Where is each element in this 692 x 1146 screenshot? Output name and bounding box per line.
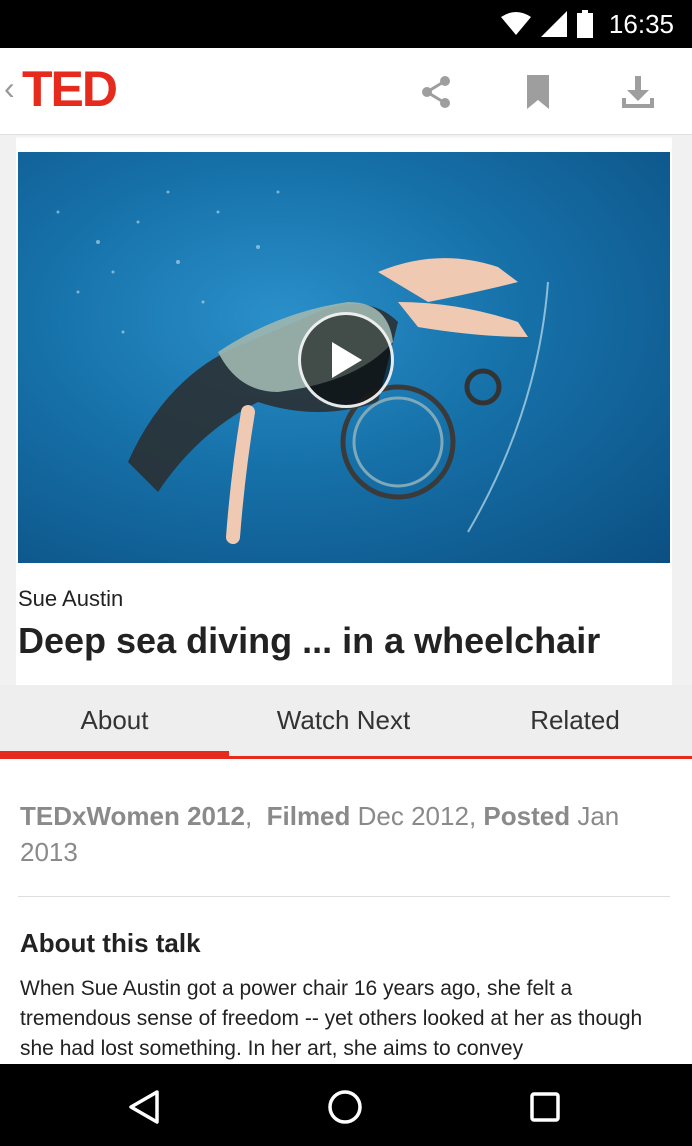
app-bar: ‹ TED [0, 48, 692, 135]
tab-bar: About Watch Next Related [0, 685, 692, 759]
battery-icon [576, 10, 593, 38]
tab-watch-next[interactable]: Watch Next [229, 685, 458, 756]
tab-about[interactable]: About [0, 685, 229, 756]
navigation-bar [0, 1064, 692, 1146]
status-icons: 16:35 [500, 8, 674, 40]
play-button[interactable] [298, 312, 394, 408]
status-time: 16:35 [608, 8, 674, 39]
filmed-label: Filmed [266, 801, 351, 831]
signal-icon [540, 11, 567, 37]
bookmark-button[interactable] [516, 70, 560, 114]
nav-back-button[interactable] [119, 1082, 169, 1132]
play-icon [332, 342, 362, 378]
event-name: TEDxWomen 2012 [20, 801, 245, 831]
divider [18, 896, 670, 897]
download-button[interactable] [616, 70, 660, 114]
video-thumbnail[interactable] [18, 152, 670, 563]
gutter-right [672, 135, 692, 685]
talk-title: Deep sea diving ... in a wheelchair [18, 620, 601, 661]
filmed-date: Dec 2012 [357, 801, 469, 831]
home-icon [328, 1090, 362, 1124]
share-button[interactable] [414, 70, 458, 114]
bookmark-icon [527, 75, 549, 109]
download-icon [622, 76, 654, 108]
talk-meta: TEDxWomen 2012, Filmed Dec 2012, Posted … [20, 801, 620, 867]
gutter-left [0, 135, 16, 685]
back-icon [129, 1090, 159, 1124]
share-icon [422, 76, 450, 108]
status-bar: 16:35 [0, 0, 692, 48]
up-chevron-icon[interactable]: ‹ [4, 72, 15, 104]
tab-indicator [0, 751, 229, 756]
ted-logo[interactable]: TED [22, 64, 118, 114]
speaker-name: Sue Austin [18, 586, 124, 611]
recents-icon [530, 1092, 560, 1122]
wifi-icon [500, 12, 531, 35]
posted-label: Posted [483, 801, 571, 831]
nav-home-button[interactable] [320, 1082, 370, 1132]
nav-recents-button[interactable] [520, 1082, 570, 1132]
about-body: When Sue Austin got a power chair 16 yea… [20, 977, 643, 1060]
tab-related[interactable]: Related [458, 685, 692, 756]
about-heading: About this talk [20, 928, 201, 958]
